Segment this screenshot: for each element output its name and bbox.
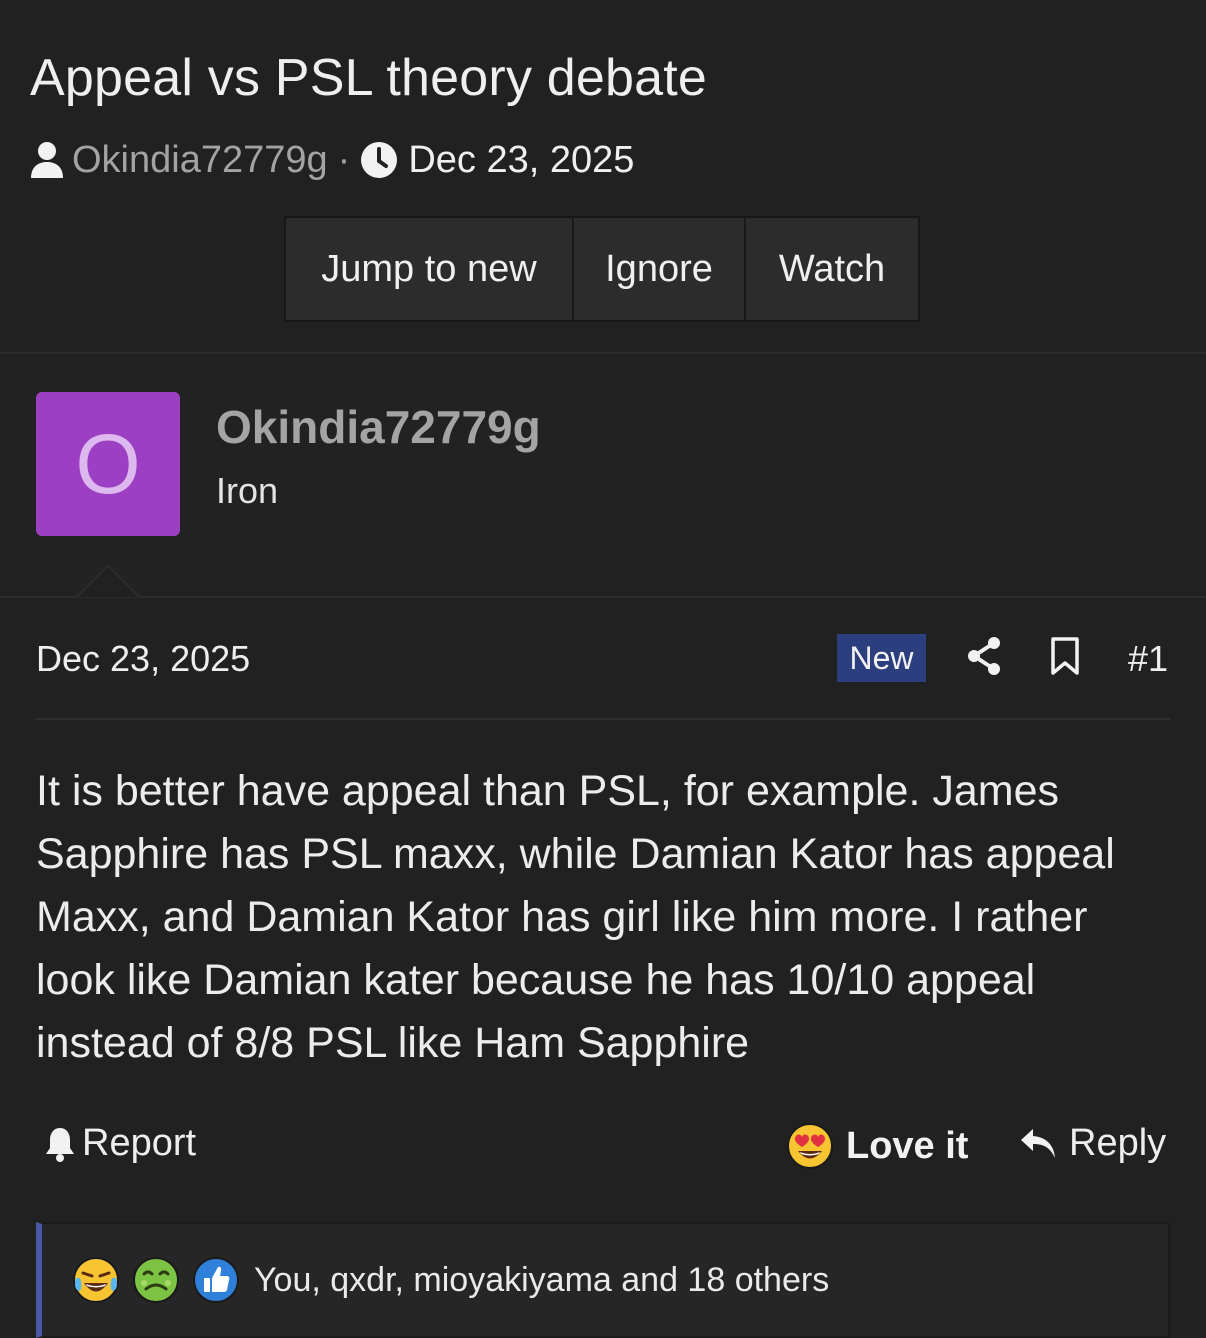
thread-title: Appeal vs PSL theory debate — [30, 49, 708, 107]
post-username[interactable]: Okindia72779g — [216, 400, 541, 454]
crying-laughing-icon — [72, 1256, 120, 1304]
thread-meta: Okindia72779g · Dec 23, 2025 — [30, 136, 634, 184]
thread-date-link[interactable]: Dec 23, 2025 — [408, 139, 634, 182]
bell-icon — [44, 1126, 76, 1162]
thread-header: Appeal vs PSL theory debate Okindia72779… — [0, 0, 1206, 354]
avatar[interactable]: O — [36, 392, 180, 536]
post-meta: Dec 23, 2025 New #1 — [36, 630, 1170, 686]
post-date-link[interactable]: Dec 23, 2025 — [36, 638, 250, 680]
report-button[interactable]: Report — [44, 1122, 196, 1165]
thumbs-up-icon — [192, 1256, 240, 1304]
bookmark-icon[interactable] — [1050, 636, 1080, 676]
user-title: Iron — [216, 470, 279, 511]
share-icon[interactable] — [966, 636, 1002, 676]
heart-eyes-emoji-icon — [786, 1122, 834, 1170]
reply-arrow-icon — [1019, 1127, 1057, 1161]
post-number-link[interactable]: #1 — [1128, 638, 1168, 680]
report-label: Report — [82, 1122, 197, 1164]
post-body: It is better have appeal than PSL, for e… — [36, 767, 1115, 1067]
reply-label: Reply — [1069, 1122, 1167, 1164]
ignore-button[interactable]: Ignore — [574, 218, 746, 320]
user-icon — [30, 141, 64, 179]
love-it-label: Love it — [846, 1124, 969, 1167]
post-user-block: O Okindia72779g Iron — [0, 356, 1206, 598]
jump-to-new-button[interactable]: Jump to new — [286, 218, 574, 320]
user-block-arrow-inner — [78, 567, 138, 597]
new-badge: New — [837, 634, 926, 682]
meta-separator: · — [337, 138, 351, 181]
post-actions: Report Love it Reply — [36, 1122, 1170, 1178]
watch-button[interactable]: Watch — [746, 218, 918, 320]
post-divider — [36, 718, 1170, 720]
clock-icon — [360, 141, 398, 179]
nauseated-icon — [132, 1256, 180, 1304]
thread-author-link[interactable]: Okindia72779g — [72, 139, 328, 182]
thread-button-group: Jump to new Ignore Watch — [284, 216, 920, 322]
love-it-button[interactable]: Love it — [786, 1122, 968, 1170]
reply-button[interactable]: Reply — [1019, 1122, 1166, 1165]
reactions-bar: You, qxdr, mioyakiyama and 18 others — [36, 1222, 1170, 1338]
reactions-summary-link[interactable]: You, qxdr, mioyakiyama and 18 others — [254, 1261, 829, 1300]
